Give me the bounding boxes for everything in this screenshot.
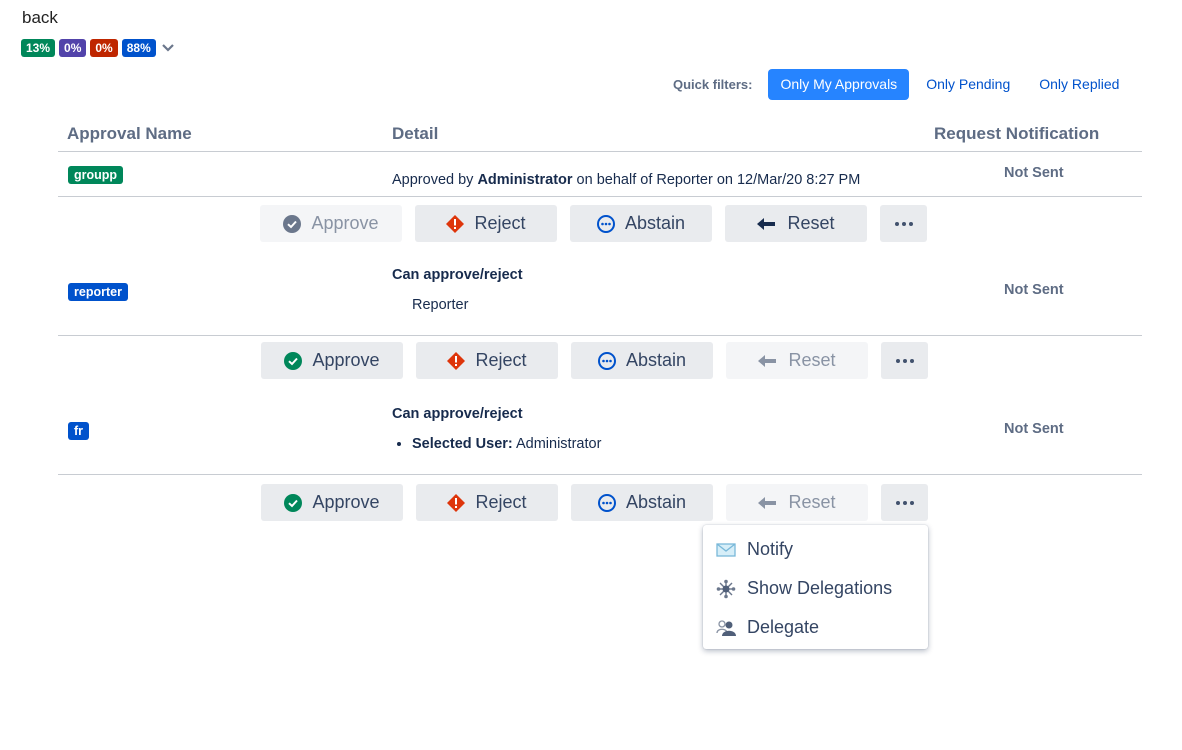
list-item: Selected User: Administrator: [412, 436, 601, 452]
progress-badge-pending: 88%: [121, 39, 156, 57]
detail-text: on behalf of Reporter on 12/Mar/20 8:27 …: [572, 172, 861, 188]
button-label: Reject: [475, 492, 527, 512]
notification-status: Not Sent: [1004, 165, 1064, 181]
detail-heading: Can approve/reject: [392, 267, 523, 283]
quick-filters-label: Quick filters:: [673, 77, 753, 92]
approve-button[interactable]: Approve: [261, 484, 403, 521]
error-diamond-icon: [447, 351, 466, 370]
arrow-left-icon: [758, 496, 777, 509]
menu-item-label: Show Delegations: [747, 578, 893, 598]
menu-item-label: Notify: [747, 539, 794, 559]
column-header-approval-name: Approval Name: [67, 124, 192, 143]
notification-status: Not Sent: [1004, 421, 1064, 437]
menu-item-notify[interactable]: Notify: [703, 530, 928, 569]
check-circle-icon: [284, 351, 303, 370]
progress-badge-approved: 13%: [21, 39, 56, 57]
reset-button[interactable]: Reset: [726, 342, 868, 379]
approval-name-lozenge: reporter: [68, 283, 128, 301]
check-circle-icon: [284, 493, 303, 512]
button-label: Abstain: [624, 213, 686, 233]
abstain-dots-circle-icon: [597, 493, 616, 512]
button-label: Reset: [788, 492, 836, 512]
table-divider: [58, 474, 1142, 475]
button-label: Abstain: [625, 350, 687, 370]
approval-detail: Approved by Administrator on behalf of R…: [392, 172, 860, 188]
table-divider: [58, 335, 1142, 336]
abstain-button[interactable]: Abstain: [571, 342, 713, 379]
action-buttons-row: Approve Reject Abstain Reset: [260, 205, 927, 242]
chevron-down-icon[interactable]: [161, 41, 175, 55]
more-dots-icon: [895, 500, 914, 505]
table-divider: [58, 196, 1142, 197]
reset-button[interactable]: Reset: [726, 484, 868, 521]
detail-text: Approved by: [392, 172, 478, 188]
button-label: Approve: [311, 213, 379, 233]
reject-button[interactable]: Reject: [416, 342, 558, 379]
more-dots-icon: [894, 221, 913, 226]
button-label: Reject: [474, 213, 526, 233]
action-buttons-row: Approve Reject Abstain Reset: [261, 342, 928, 379]
approve-button[interactable]: Approve: [260, 205, 402, 242]
approval-detail: Can approve/reject Reporter: [392, 267, 523, 313]
more-dots-icon: [895, 358, 914, 363]
detail-user: Administrator: [477, 172, 573, 188]
column-header-detail: Detail: [392, 124, 439, 143]
arrow-left-icon: [757, 217, 776, 230]
error-diamond-icon: [446, 214, 465, 233]
notification-status: Not Sent: [1004, 282, 1064, 298]
button-label: Abstain: [625, 492, 687, 512]
check-circle-icon: [283, 214, 302, 233]
detail-value: Reporter: [412, 297, 469, 313]
more-actions-button[interactable]: [881, 484, 928, 521]
delegate-users-icon: [716, 619, 736, 636]
detail-item-value: Administrator: [512, 436, 602, 452]
approval-detail: Can approve/reject Selected User: Admini…: [392, 406, 601, 452]
filter-only-my-approvals[interactable]: Only My Approvals: [768, 69, 910, 100]
abstain-button[interactable]: Abstain: [571, 484, 713, 521]
progress-badges: 13% 0% 0% 88%: [21, 39, 175, 57]
action-buttons-row: Approve Reject Abstain Reset: [261, 484, 928, 521]
menu-item-show-delegations[interactable]: Show Delegations: [703, 569, 928, 608]
progress-badge-abstained: 0%: [59, 39, 87, 57]
abstain-dots-circle-icon: [596, 214, 615, 233]
table-divider: [58, 151, 1142, 152]
button-label: Approve: [312, 492, 380, 512]
progress-badge-rejected: 0%: [90, 39, 118, 57]
filter-only-replied[interactable]: Only Replied: [1027, 69, 1131, 100]
detail-item-label: Selected User:: [412, 436, 513, 452]
detail-list: Selected User: Administrator: [392, 436, 601, 452]
back-link[interactable]: back: [22, 8, 58, 28]
envelope-icon: [716, 542, 736, 557]
approval-name-lozenge: groupp: [68, 166, 124, 184]
reject-button[interactable]: Reject: [416, 484, 558, 521]
error-diamond-icon: [447, 493, 466, 512]
filter-only-pending[interactable]: Only Pending: [914, 69, 1022, 100]
abstain-button[interactable]: Abstain: [570, 205, 712, 242]
network-icon: [716, 579, 736, 598]
more-actions-dropdown: Notify Show Delegations Delegate: [703, 525, 928, 649]
button-label: Reset: [787, 213, 835, 233]
reject-button[interactable]: Reject: [415, 205, 557, 242]
menu-item-label: Delegate: [747, 617, 820, 637]
button-label: Reject: [475, 350, 527, 370]
button-label: Reset: [788, 350, 836, 370]
approval-name-lozenge: fr: [68, 422, 90, 440]
arrow-left-icon: [758, 354, 777, 367]
approve-button[interactable]: Approve: [261, 342, 403, 379]
menu-item-delegate[interactable]: Delegate: [703, 608, 928, 647]
detail-heading: Can approve/reject: [392, 406, 523, 422]
button-label: Approve: [312, 350, 380, 370]
quick-filters: Quick filters: Only My Approvals Only Pe…: [673, 69, 1131, 100]
more-actions-button[interactable]: [880, 205, 927, 242]
abstain-dots-circle-icon: [597, 351, 616, 370]
column-header-request-notification: Request Notification: [934, 124, 1100, 143]
more-actions-button[interactable]: [881, 342, 928, 379]
reset-button[interactable]: Reset: [725, 205, 867, 242]
